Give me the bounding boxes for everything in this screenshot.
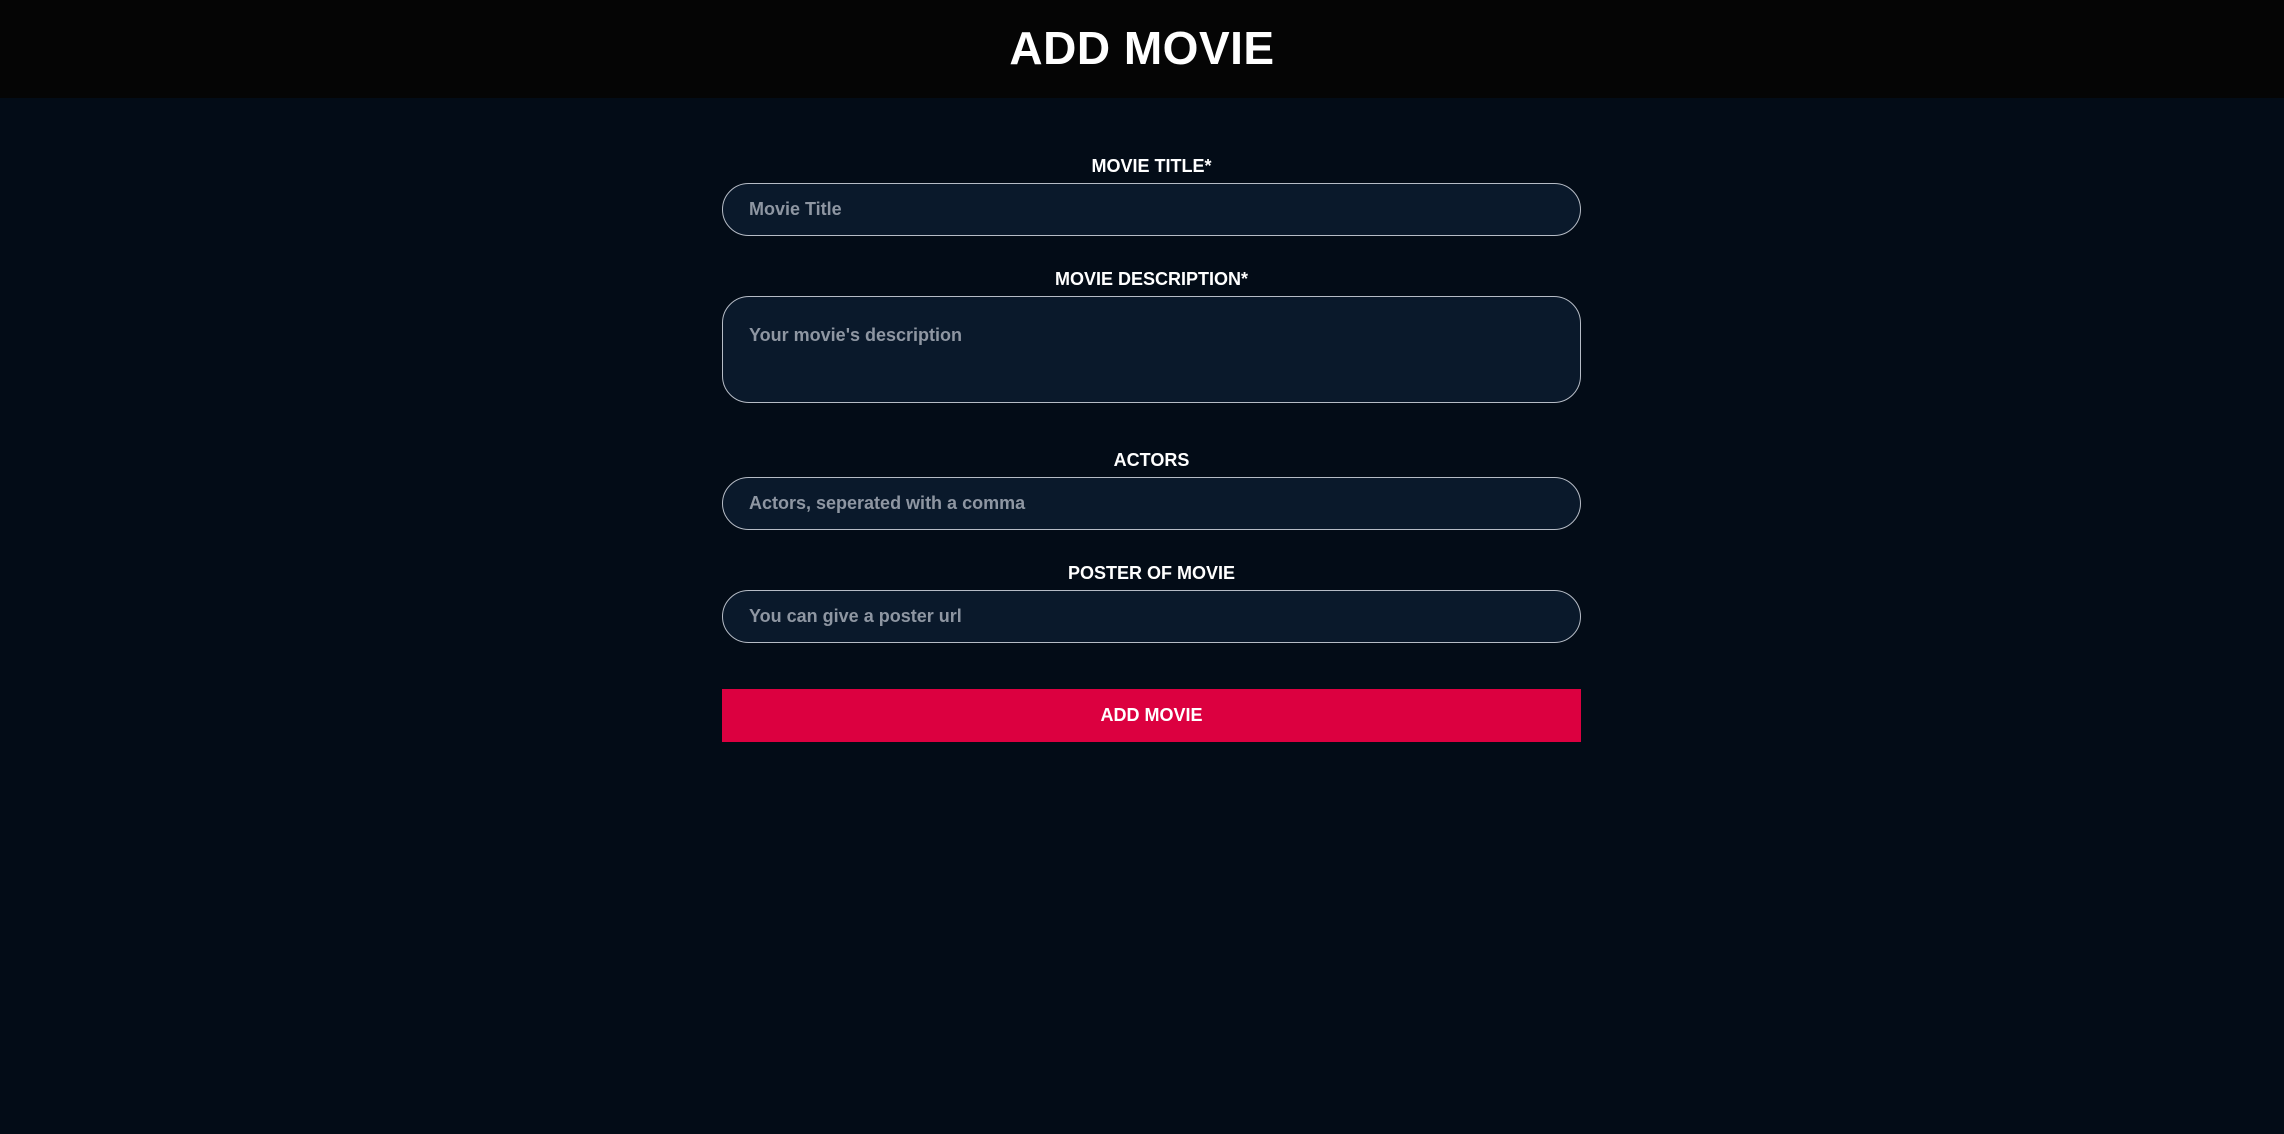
movie-title-input[interactable] [722, 183, 1581, 236]
page-header: ADD MOVIE [0, 0, 2284, 98]
actors-label: ACTORS [1113, 450, 1190, 470]
poster-group: POSTER OF MOVIE [722, 557, 1581, 643]
movie-description-textarea[interactable] [722, 296, 1581, 403]
add-movie-form: MOVIE TITLE* MOVIE DESCRIPTION* ACTORS P… [722, 150, 1581, 742]
actors-input[interactable] [722, 477, 1581, 530]
add-movie-button[interactable]: ADD MOVIE [722, 689, 1581, 742]
poster-url-input[interactable] [722, 590, 1581, 643]
movie-description-group: MOVIE DESCRIPTION* [722, 263, 1581, 403]
movie-title-label: MOVIE TITLE* [1091, 156, 1212, 176]
page-title: ADD MOVIE [1009, 22, 1275, 74]
actors-group: ACTORS [722, 444, 1581, 530]
poster-label: POSTER OF MOVIE [1067, 563, 1236, 583]
movie-description-label: MOVIE DESCRIPTION* [1054, 269, 1249, 289]
movie-title-group: MOVIE TITLE* [722, 150, 1581, 236]
